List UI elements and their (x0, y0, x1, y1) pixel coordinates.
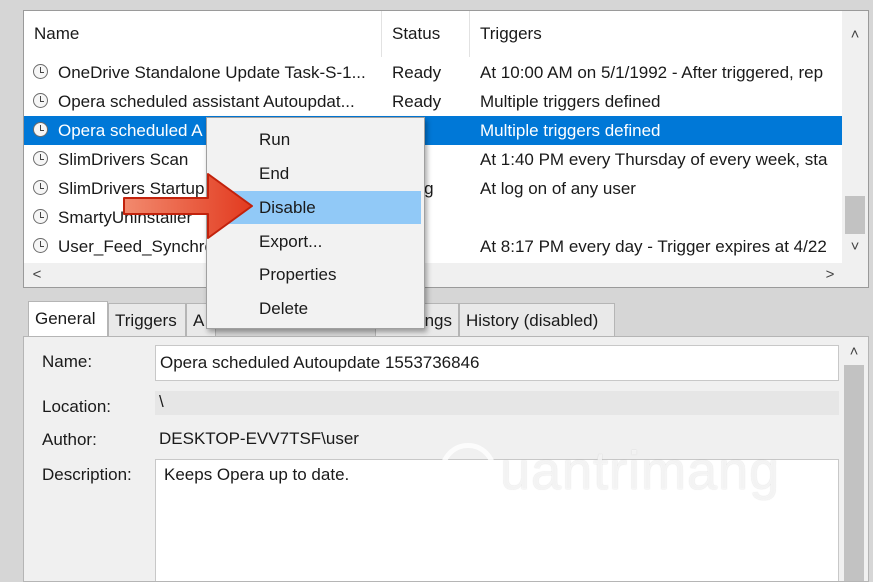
tab-label: ngs (424, 311, 452, 330)
tab-label: Triggers (115, 311, 177, 330)
clock-icon (33, 209, 48, 224)
task-row[interactable]: OneDrive Standalone Update Task-S-1... R… (24, 58, 842, 87)
clock-icon (33, 64, 48, 79)
column-header-status[interactable]: Status (382, 11, 470, 57)
quantrimang-watermark: uantrimang (440, 440, 780, 503)
task-triggers: At log on of any user (480, 179, 636, 198)
menu-item-run[interactable]: Run (210, 123, 421, 156)
scroll-up-icon[interactable]: ˄ (844, 342, 864, 362)
clock-icon (33, 238, 48, 253)
scroll-up-icon[interactable]: ˄ (845, 25, 865, 45)
column-header-triggers[interactable]: Triggers (470, 11, 842, 57)
scrollbar-thumb[interactable] (845, 196, 865, 234)
column-header-name[interactable]: Name (24, 11, 382, 57)
details-vertical-scrollbar[interactable]: ˄ (840, 337, 868, 581)
tab-triggers[interactable]: Triggers (108, 303, 186, 336)
tab-label: History (disabled) (466, 311, 599, 330)
name-label: Name: (42, 352, 93, 371)
task-name: Opera scheduled assistant Autoupdat... (58, 92, 355, 111)
clock-icon (33, 151, 48, 166)
task-triggers: At 8:17 PM every day - Trigger expires a… (480, 237, 827, 256)
name-field[interactable]: Opera scheduled Autoupdate 1553736846 (155, 345, 839, 381)
scroll-right-icon[interactable]: ˃ (820, 265, 840, 285)
tab-label: General (35, 309, 96, 328)
task-triggers: Multiple triggers defined (480, 121, 661, 140)
task-list-horizontal-scrollbar[interactable]: ˂ ˃ (24, 263, 868, 287)
name-value: Opera scheduled Autoupdate 1553736846 (160, 353, 480, 372)
description-label: Description: (42, 465, 132, 484)
task-row[interactable]: Opera scheduled assistant Autoupdat... R… (24, 87, 842, 116)
location-value: \ (159, 392, 164, 411)
author-label: Author: (42, 430, 97, 449)
task-triggers: Multiple triggers defined (480, 92, 661, 111)
column-header-name-label: Name (34, 24, 80, 43)
column-header-status-label: Status (392, 24, 441, 43)
task-status: Ready (392, 92, 442, 111)
task-status: Ready (392, 63, 442, 82)
menu-item-label: Disable (259, 198, 316, 217)
location-field: \ (155, 391, 839, 415)
tab-general[interactable]: General (28, 301, 108, 336)
author-value: DESKTOP-EVV7TSF\user (159, 429, 359, 448)
menu-item-delete[interactable]: Delete (210, 292, 421, 325)
clock-icon (33, 180, 48, 195)
scroll-down-icon[interactable]: ˅ (845, 237, 865, 257)
red-arrow-icon (123, 173, 253, 239)
menu-item-label: Delete (259, 299, 309, 318)
description-value: Keeps Opera up to date. (164, 465, 350, 484)
tab-label: A (193, 311, 205, 330)
menu-item-label: Run (259, 130, 291, 149)
watermark-text: uantrimang (500, 441, 781, 501)
details-tabs: General Triggers A ngs History (disabled… (23, 301, 869, 337)
task-row-selected[interactable]: Opera scheduled A ady Multiple triggers … (24, 116, 842, 145)
task-list-vertical-scrollbar[interactable]: ˄ ˅ (842, 11, 868, 263)
tab-history[interactable]: History (disabled) (459, 303, 615, 336)
task-triggers: At 10:00 AM on 5/1/1992 - After triggere… (480, 63, 824, 82)
clock-icon (33, 122, 48, 137)
menu-item-properties[interactable]: Properties (210, 258, 421, 291)
column-header-triggers-label: Triggers (480, 24, 542, 43)
menu-item-label: Export... (259, 232, 323, 251)
task-name: OneDrive Standalone Update Task-S-1... (58, 63, 366, 82)
scroll-left-icon[interactable]: ˂ (27, 265, 47, 285)
clock-icon (33, 93, 48, 108)
location-label: Location: (42, 397, 111, 416)
menu-item-label: Properties (259, 265, 337, 284)
watermark-logo-icon (440, 442, 496, 499)
menu-item-label: End (259, 164, 290, 183)
scrollbar-thumb[interactable] (844, 365, 864, 581)
task-triggers: At 1:40 PM every Thursday of every week,… (480, 150, 828, 169)
